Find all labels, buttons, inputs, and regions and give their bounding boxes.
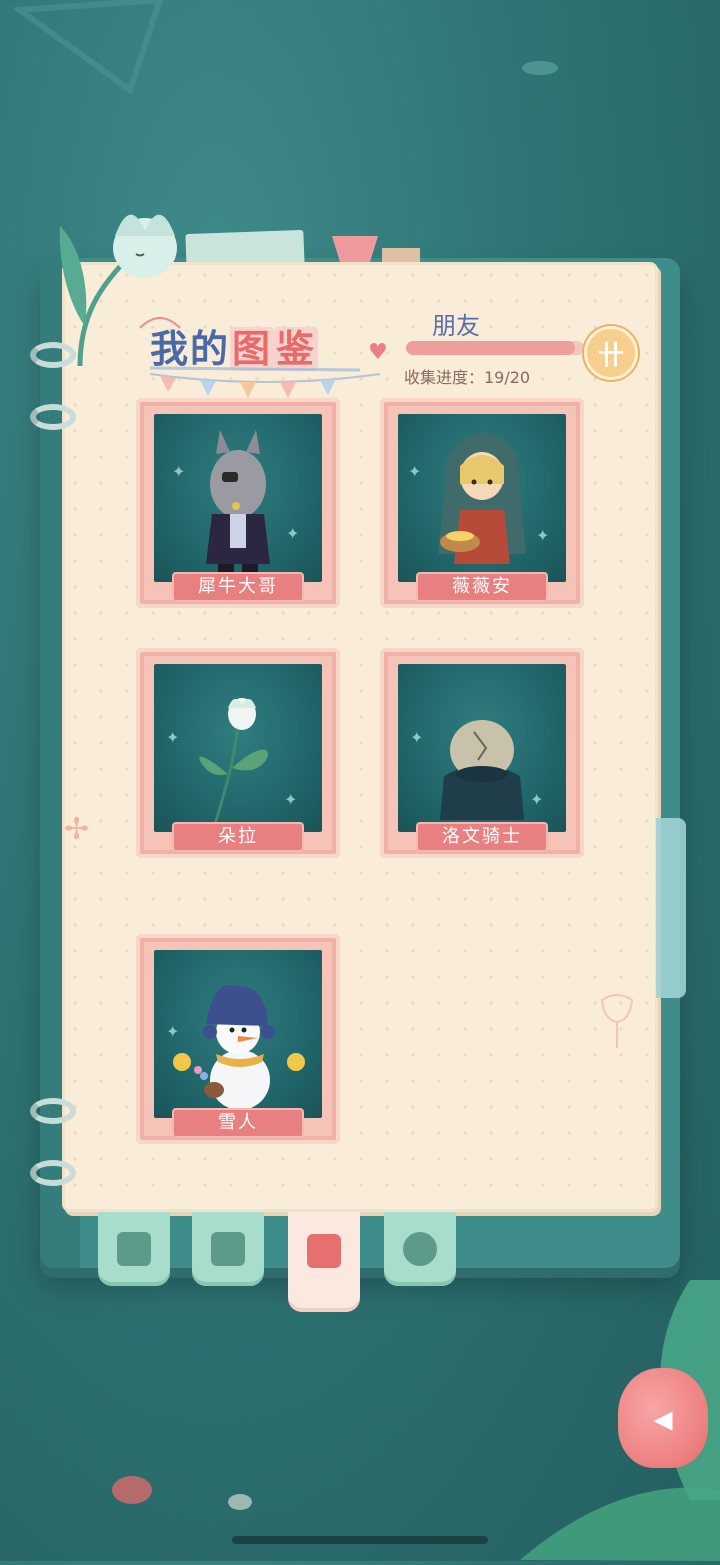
sparkle-icon: ✦ (530, 790, 544, 809)
card-name-label: 薇薇安 (418, 574, 546, 600)
tab-journal[interactable] (192, 1212, 264, 1286)
book-star-icon (307, 1234, 341, 1268)
character-card[interactable]: ✦ ✦ 薇薇安 (380, 398, 584, 608)
card-name-label: 洛文骑士 (418, 824, 546, 850)
sparkle-icon: ✦ (408, 462, 422, 481)
tulip-sketch-decor (592, 990, 642, 1054)
tab-collection[interactable] (288, 1212, 360, 1312)
collection-progress-bar (406, 341, 584, 355)
collection-reward-button[interactable]: 卄 (584, 326, 638, 380)
binder-ring (30, 1160, 76, 1186)
side-bookmark-decor (656, 818, 686, 998)
sparkle-icon: ✦ (284, 790, 298, 809)
category-label: 朋友 (432, 312, 480, 340)
sparkle-icon: ✦ (536, 526, 550, 545)
card-scene: ✦ ✦ (154, 664, 322, 832)
pebble-decor (112, 1476, 152, 1504)
journal-icon (211, 1232, 245, 1266)
tab-diary[interactable] (98, 1212, 170, 1286)
flower-icon (403, 1232, 437, 1266)
pebble-decor (228, 1494, 252, 1510)
binder-ring (30, 1098, 76, 1124)
sparkle-icon: ✦ (172, 462, 186, 481)
notebook-pen-icon (117, 1232, 151, 1266)
card-name-label: 犀牛大哥 (174, 574, 302, 600)
card-scene: ✦ ✦ (398, 414, 566, 582)
back-button[interactable]: ◂ (618, 1368, 708, 1468)
sparkle-icon: ✦ (166, 1022, 180, 1041)
tulip-sketch-icon (600, 994, 634, 1048)
card-scene: ✦ ✦ (398, 664, 566, 832)
sparkle-icon: ✦ (410, 728, 424, 747)
character-card[interactable]: ✦ ✦ 朵拉 (136, 648, 340, 858)
character-card[interactable]: ✦ ✦ 洛文骑士 (380, 648, 584, 858)
collection-progress-text: 收集进度：19/20 (404, 368, 531, 387)
character-card[interactable]: ✦ 雪人 (136, 934, 340, 1144)
card-scene: ✦ ✦ (154, 414, 322, 582)
character-card[interactable]: ✦ ✦ 犀牛大哥 (136, 398, 340, 608)
card-scene: ✦ (154, 950, 322, 1118)
sparkle-icon: ✦ (286, 524, 300, 543)
bunting-icon (149, 373, 381, 398)
binder-ring (30, 404, 76, 430)
back-arrow-icon: ◂ (653, 1396, 673, 1440)
collection-progress-fill (406, 341, 576, 355)
tab-flower[interactable] (384, 1212, 456, 1286)
hooded-girl-character-icon (438, 433, 526, 564)
rhino-character-icon (206, 430, 270, 574)
gift-icon: 卄 (597, 340, 624, 371)
card-name-label: 朵拉 (174, 824, 302, 850)
heart-icon: ♥ (368, 340, 388, 365)
star-doodle-decor: ✢ (64, 812, 90, 847)
sparkle-icon: ✦ (166, 728, 180, 747)
card-name-label: 雪人 (174, 1110, 302, 1136)
page-title: 我的图鉴 (139, 317, 390, 378)
title-scribble-icon (139, 317, 361, 372)
home-indicator (232, 1536, 488, 1544)
